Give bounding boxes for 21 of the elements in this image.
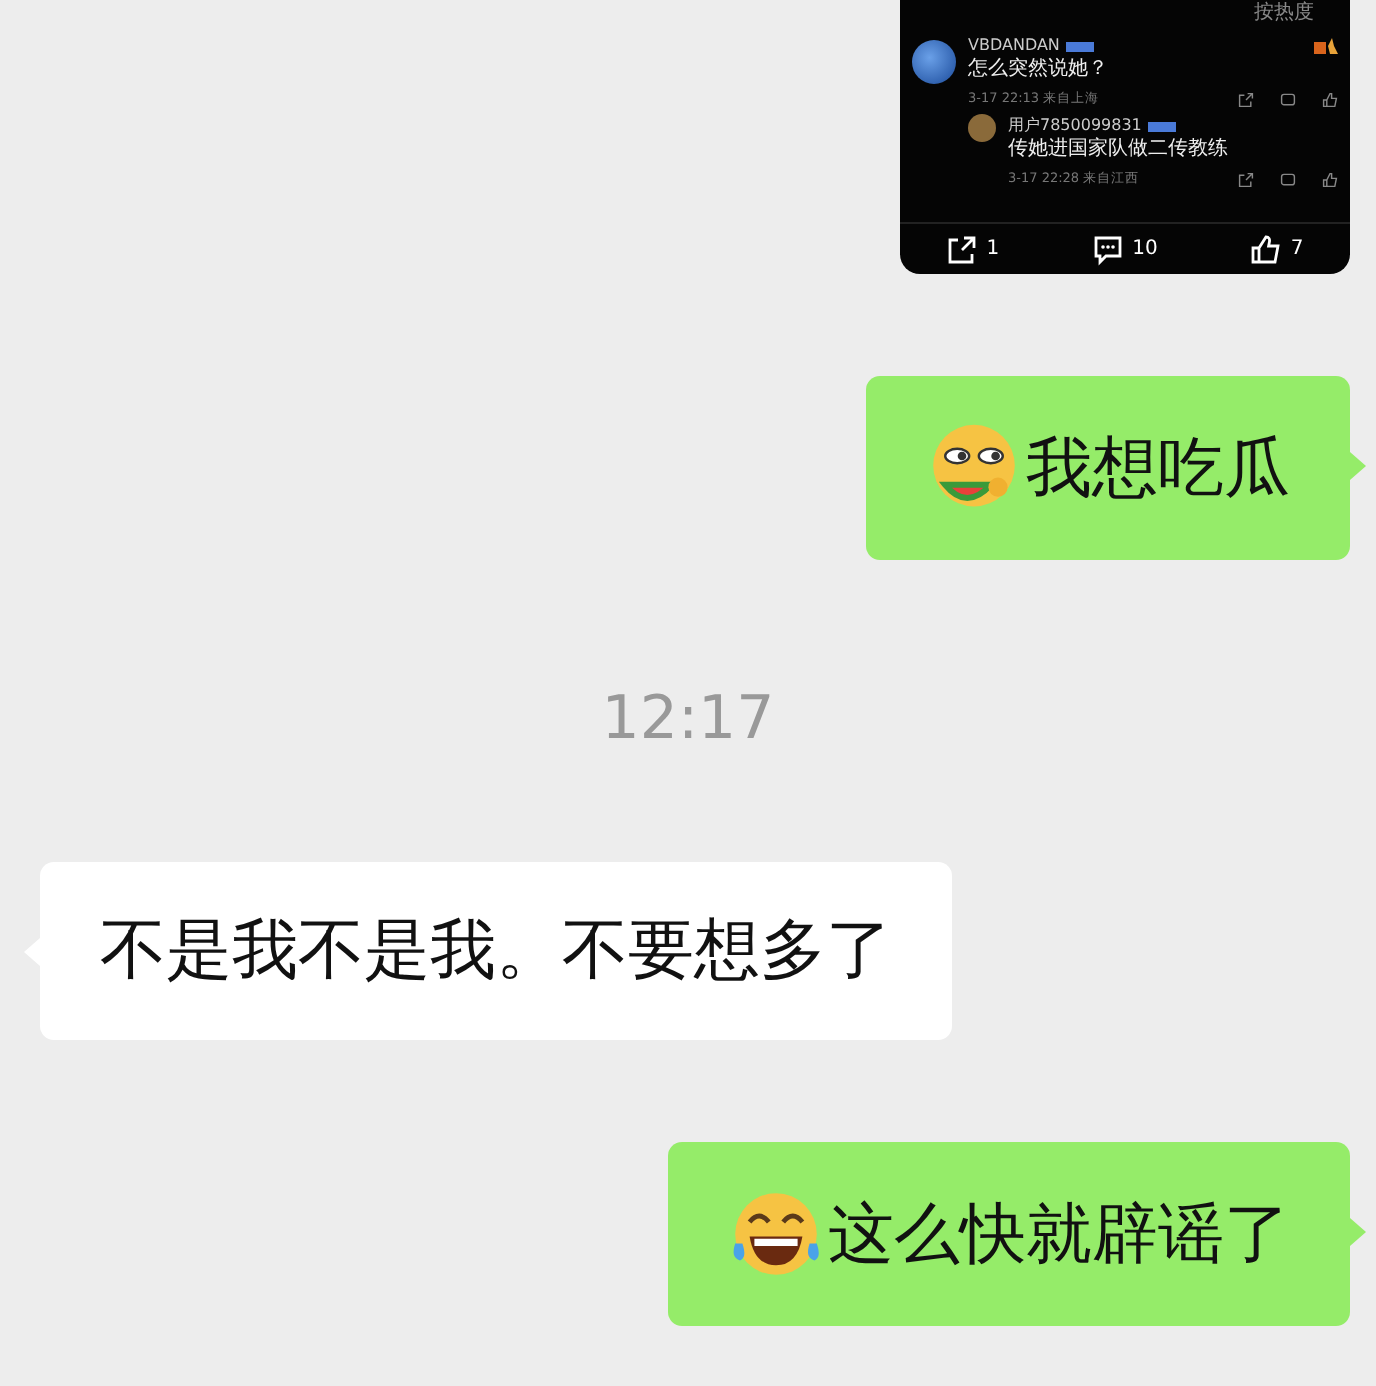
avatar-icon bbox=[912, 40, 956, 84]
comment-text: 怎么突然说她？ bbox=[968, 58, 1110, 82]
like-icon[interactable] bbox=[1322, 91, 1338, 107]
avatar-icon bbox=[968, 114, 996, 142]
badge-icon bbox=[1147, 121, 1176, 131]
timestamp: 12:17 bbox=[601, 684, 775, 756]
like-icon[interactable] bbox=[1322, 171, 1338, 187]
badge-icon bbox=[1065, 41, 1094, 51]
comment-text: 传她进国家队做二传教练 bbox=[1008, 138, 1230, 162]
action-count: 7 bbox=[1290, 238, 1304, 260]
action-count: 10 bbox=[1132, 238, 1158, 260]
user-name: 用户7850099831 bbox=[1008, 116, 1142, 136]
bubble-tail-icon bbox=[1350, 452, 1366, 480]
message-bubble: 我想吃瓜 bbox=[866, 376, 1350, 560]
user-name: VBDANDAN bbox=[968, 36, 1060, 56]
sort-label: 按热度 bbox=[1254, 2, 1314, 26]
action-count: 1 bbox=[986, 238, 1000, 260]
bubble-tail-icon bbox=[1350, 1218, 1366, 1246]
message-bubble: 这么快就辟谣了 bbox=[668, 1142, 1350, 1326]
thumbs-up-icon[interactable] bbox=[1250, 233, 1283, 265]
message-bubble: 不是我不是我。不要想多了 bbox=[40, 862, 952, 1040]
